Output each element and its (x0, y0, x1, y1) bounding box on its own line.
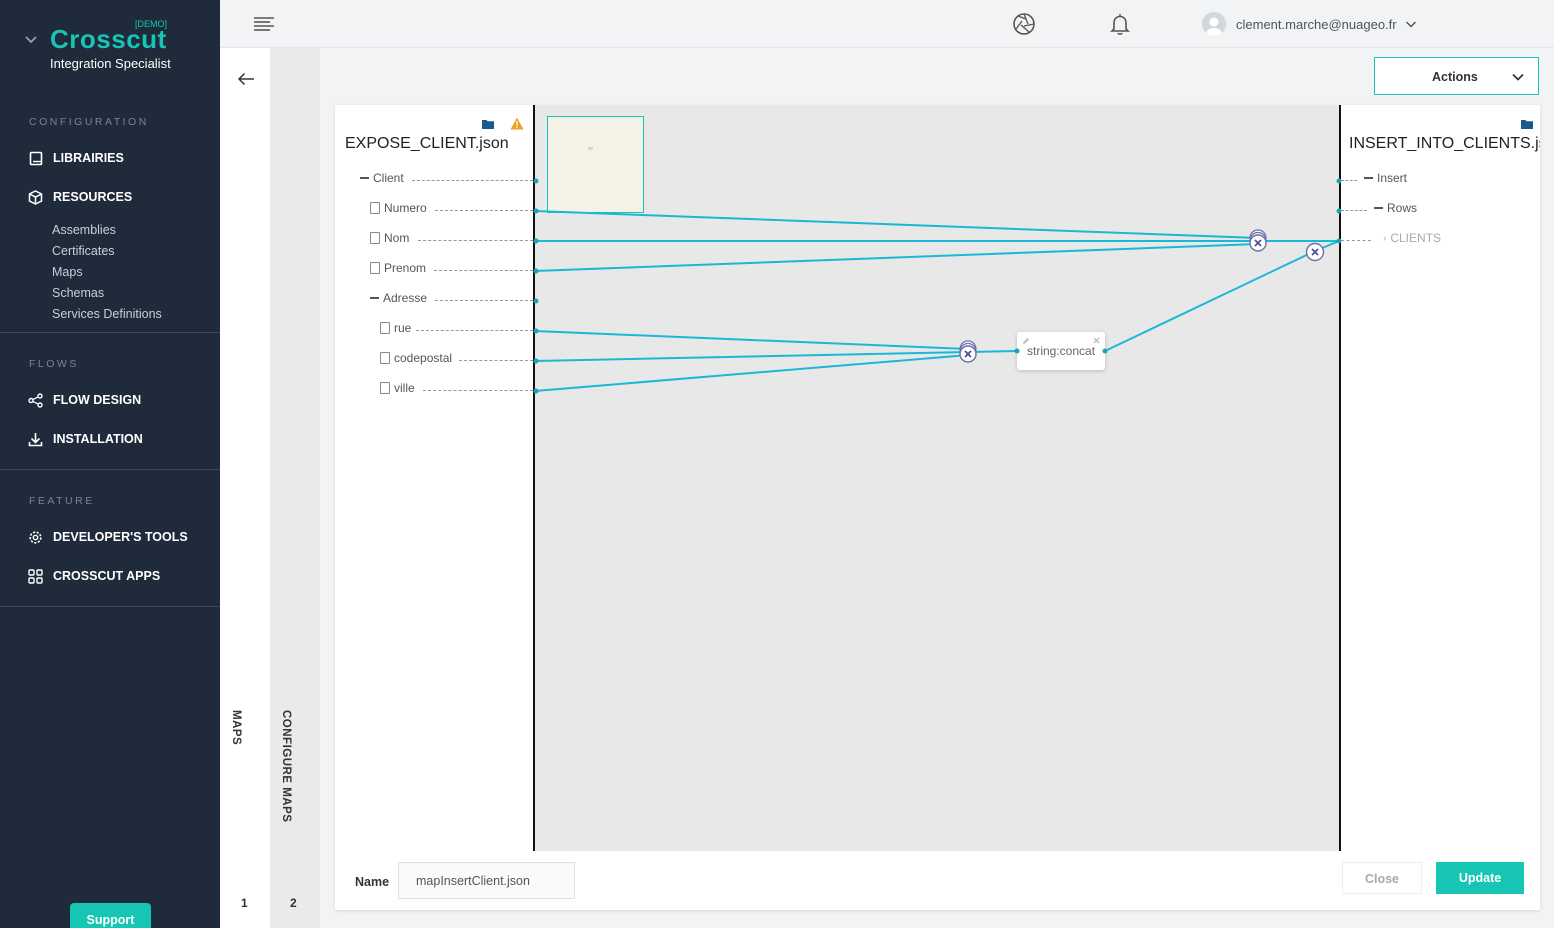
download-icon (28, 432, 43, 447)
actions-label: Actions (1432, 70, 1478, 84)
function-node-string-concat[interactable]: string:concat (1017, 332, 1105, 370)
tree-node-client[interactable]: Client (360, 171, 404, 185)
sidebar-item-label: FLOW DESIGN (53, 393, 142, 407)
divider (0, 469, 220, 470)
close-icon[interactable] (1093, 337, 1100, 344)
divider (0, 332, 220, 333)
sidebar-item-resources[interactable]: RESOURCES (28, 187, 132, 207)
user-email: clement.marche@nuageo.fr (1236, 16, 1397, 32)
sidebar-subitem-certificates[interactable]: Certificates (52, 244, 115, 258)
step-number: 2 (290, 896, 297, 910)
step-rail-maps: MAPS 1 (220, 48, 270, 928)
sidebar-item-developers-tools[interactable]: DEVELOPER'S TOOLS (28, 527, 188, 547)
close-button[interactable]: Close (1342, 862, 1422, 894)
menu-icon[interactable] (254, 16, 274, 32)
file-icon (380, 322, 390, 334)
tree-node-insert[interactable]: Insert (1364, 171, 1407, 185)
step-number: 1 (241, 896, 248, 910)
function-label: string:concat (1027, 344, 1096, 358)
sidebar-item-crosscut-apps[interactable]: CROSSCUT APPS (28, 566, 160, 586)
tree-node-rue[interactable]: rue (380, 321, 411, 335)
tree-node-numero[interactable]: Numero (370, 201, 427, 215)
brand-role: Integration Specialist (50, 56, 171, 71)
sidebar-item-label: LIBRAIRIES (53, 151, 124, 165)
file-icon (370, 202, 380, 214)
sidebar-item-librairies[interactable]: LIBRAIRIES (28, 148, 124, 168)
sidebar-item-label: DEVELOPER'S TOOLS (53, 530, 188, 544)
arrow-left-icon[interactable] (237, 72, 255, 86)
source-schema-title: EXPOSE_CLIENT.json (345, 135, 509, 152)
divider (0, 606, 220, 607)
chevron-right-icon: › (1383, 232, 1387, 244)
bell-icon[interactable] (1108, 12, 1132, 36)
apps-grid-icon (28, 568, 43, 584)
tree-node-codepostal[interactable]: codepostal (380, 351, 452, 365)
map-name-input[interactable] (398, 862, 575, 899)
avatar (1202, 12, 1226, 36)
step-rail-configure-maps: CONFIGURE MAPS 2 (270, 48, 320, 928)
sidebar-item-label: CROSSCUT APPS (53, 569, 161, 583)
file-icon (370, 232, 380, 244)
gear-icon (28, 530, 43, 545)
share-icon (28, 392, 43, 408)
folder-icon[interactable] (482, 119, 494, 129)
update-button[interactable]: Update (1436, 862, 1524, 894)
target-schema-title: INSERT_INTO_CLIENTS.json (1349, 135, 1540, 152)
file-icon (380, 352, 390, 364)
brand[interactable]: [DEMO] Crosscut Integration Specialist (20, 18, 210, 78)
warning-icon[interactable] (510, 117, 524, 130)
user-menu[interactable]: clement.marche@nuageo.fr (1202, 11, 1417, 37)
book-icon (28, 151, 43, 166)
name-label: Name (355, 875, 390, 889)
tree-node-ville[interactable]: ville (380, 381, 415, 395)
section-title-configuration: CONFIGURATION (29, 116, 149, 128)
tree-node-adresse[interactable]: Adresse (370, 291, 427, 305)
tree-node-clients[interactable]: › CLIENTS (1383, 231, 1441, 245)
tree-node-nom[interactable]: Nom (370, 231, 409, 245)
section-title-flows: FLOWS (29, 358, 79, 370)
file-icon (370, 262, 380, 274)
tree-node-prenom[interactable]: Prenom (370, 261, 426, 275)
sidebar-subitem-maps[interactable]: Maps (52, 265, 83, 279)
sidebar-item-label: RESOURCES (53, 190, 133, 204)
sidebar-subitem-services-definitions[interactable]: Services Definitions (52, 307, 162, 321)
actions-dropdown[interactable]: Actions (1374, 57, 1539, 95)
sidebar-item-installation[interactable]: INSTALLATION (28, 429, 143, 449)
target-schema-panel: INSERT_INTO_CLIENTS.json Insert Rows ›CL… (1341, 105, 1540, 851)
sidebar-item-label: INSTALLATION (53, 432, 143, 446)
tree-node-rows[interactable]: Rows (1374, 201, 1417, 215)
step-maps-label[interactable]: MAPS (230, 710, 242, 745)
folder-icon[interactable] (1521, 119, 1533, 129)
topbar: clement.marche@nuageo.fr (220, 0, 1554, 48)
sidebar-subitem-schemas[interactable]: Schemas (52, 286, 104, 300)
aperture-icon[interactable] (1012, 12, 1036, 36)
sidebar-item-flow-design[interactable]: FLOW DESIGN (28, 390, 141, 410)
sidebar: [DEMO] Crosscut Integration Specialist C… (0, 0, 220, 928)
step-configure-maps-label[interactable]: CONFIGURE MAPS (280, 710, 292, 822)
cube-icon (28, 189, 43, 205)
chevron-down-icon (1512, 73, 1524, 81)
chevron-down-icon[interactable] (1405, 18, 1417, 30)
mapping-canvas[interactable]: string:concat (533, 105, 1341, 851)
minimap[interactable] (547, 116, 644, 213)
brand-logo: Crosscut (50, 24, 167, 54)
support-button[interactable]: Support (70, 903, 151, 928)
map-editor: EXPOSE_CLIENT.json Client Numero Nom Pre… (335, 105, 1540, 910)
section-title-feature: FEATURE (29, 495, 95, 507)
sidebar-subitem-assemblies[interactable]: Assemblies (52, 223, 116, 237)
chevron-down-icon[interactable] (24, 32, 38, 46)
source-schema-panel: EXPOSE_CLIENT.json Client Numero Nom Pre… (335, 105, 533, 851)
file-icon (380, 382, 390, 394)
